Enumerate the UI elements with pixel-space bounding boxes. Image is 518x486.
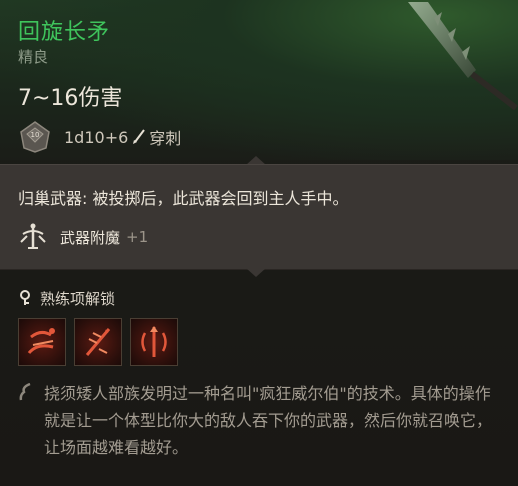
d10-dice-icon: 10 bbox=[20, 121, 50, 153]
proficiency-row: 熟练项解锁 bbox=[18, 287, 115, 309]
svg-text:10: 10 bbox=[31, 131, 40, 139]
item-tooltip: 回旋长矛 精良 7~16伤害 10 1d10+6 穿刺 归巢武器: 被投掷后，此… bbox=[0, 0, 518, 486]
skill-1-icon bbox=[27, 328, 55, 355]
spear-image bbox=[408, 2, 518, 110]
enchantment-row: 武器附魔 +1 bbox=[18, 222, 148, 252]
enchantment-icon bbox=[20, 223, 46, 249]
skills-list bbox=[18, 318, 178, 366]
damage-dice-row: 10 1d10+6 穿刺 bbox=[18, 120, 181, 154]
enchantment-value: +1 bbox=[126, 228, 149, 246]
unlock-icon bbox=[20, 290, 30, 305]
item-damage: 7~16伤害 bbox=[18, 86, 123, 111]
dice-value: 1d10+6 bbox=[64, 127, 129, 147]
skill-slot[interactable] bbox=[130, 318, 178, 366]
item-rarity: 精良 bbox=[18, 48, 49, 66]
lore-quill-icon bbox=[19, 383, 31, 401]
proficiency-label: 熟练项解锁 bbox=[40, 289, 116, 308]
item-lore: 挠须矮人部族发明过一种名叫"疯狂威尔伯"的技术。具体的操作就是让一个体型比你大的… bbox=[44, 384, 493, 457]
skill-slot[interactable] bbox=[74, 318, 122, 366]
piercing-icon bbox=[133, 129, 146, 144]
description-panel bbox=[0, 164, 518, 270]
skill-slot[interactable] bbox=[18, 318, 66, 366]
damage-type: 穿刺 bbox=[149, 129, 182, 148]
item-name: 回旋长矛 bbox=[18, 20, 111, 45]
skill-2-icon bbox=[85, 328, 111, 356]
item-description: 归巢武器: 被投掷后，此武器会回到主人手中。 bbox=[18, 189, 349, 208]
skill-3-icon bbox=[141, 326, 167, 357]
enchantment-label: 武器附魔 bbox=[60, 228, 121, 247]
panel-notch-bottom bbox=[246, 268, 266, 277]
